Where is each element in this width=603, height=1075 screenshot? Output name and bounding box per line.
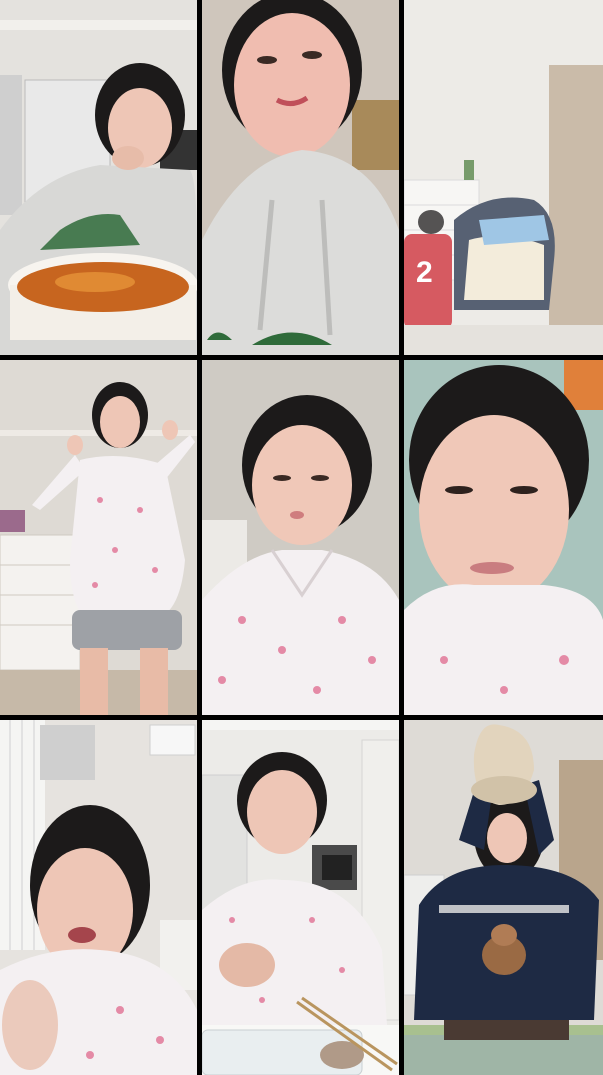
video-frame-hat bbox=[404, 720, 603, 1075]
video-frame-dancing bbox=[0, 360, 197, 715]
video-frame-talking bbox=[0, 720, 197, 1075]
video-frame-hoodie-closeup bbox=[202, 0, 399, 355]
video-grid: 2 bbox=[0, 0, 603, 1075]
video-tile-8[interactable] bbox=[202, 720, 399, 1075]
video-frame-eating bbox=[0, 0, 197, 355]
video-tile-4[interactable] bbox=[0, 360, 197, 715]
video-tile-7[interactable] bbox=[0, 720, 197, 1075]
video-frame-pillow bbox=[404, 360, 603, 715]
video-frame-pajama-closeup bbox=[202, 360, 399, 715]
video-tile-3[interactable]: 2 bbox=[404, 0, 603, 355]
video-tile-5[interactable] bbox=[202, 360, 399, 715]
video-frame-room: 2 bbox=[404, 0, 603, 355]
video-tile-6[interactable] bbox=[404, 360, 603, 715]
video-frame-kitchen bbox=[202, 720, 399, 1075]
video-tile-1[interactable] bbox=[0, 0, 197, 355]
video-tile-2[interactable] bbox=[202, 0, 399, 355]
video-tile-9[interactable] bbox=[404, 720, 603, 1075]
